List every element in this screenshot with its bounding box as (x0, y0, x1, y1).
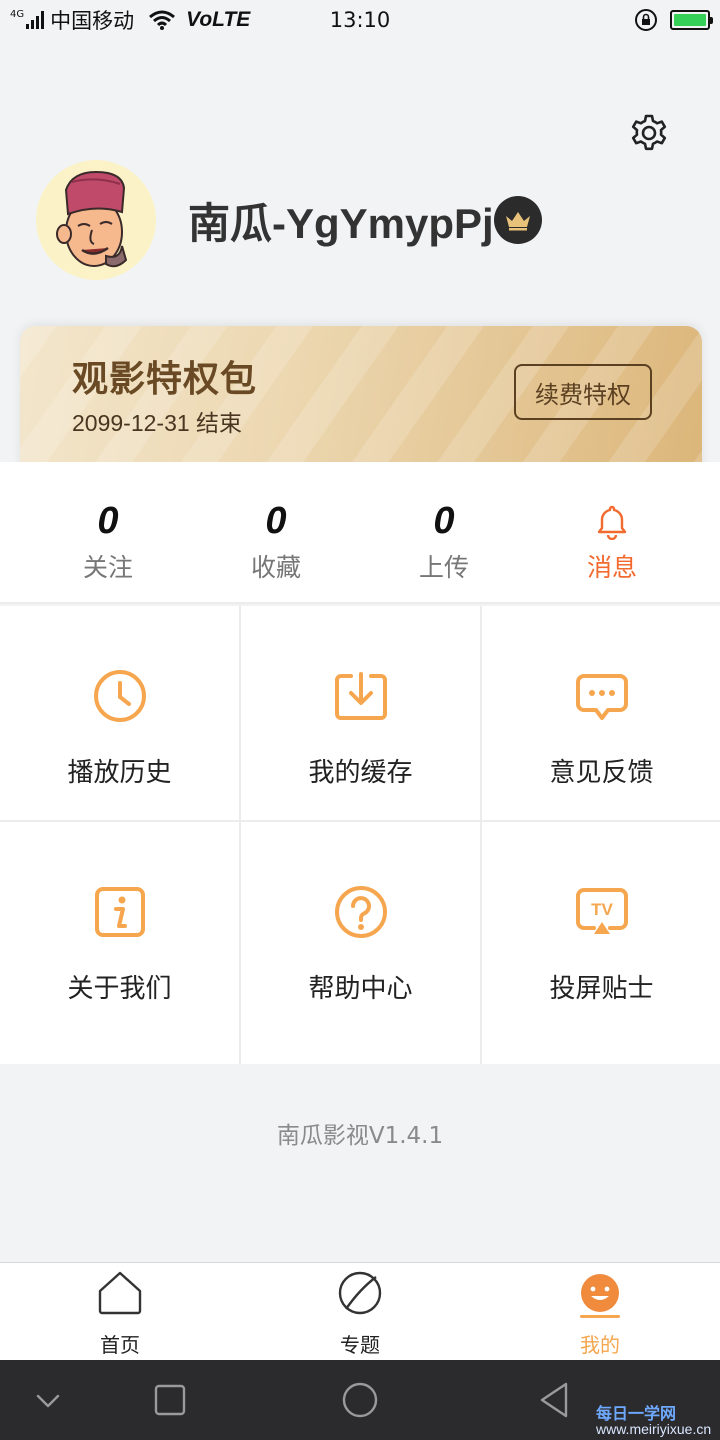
status-bar: 4G 中国移动 VoLTE 13:10 (0, 0, 720, 40)
stat-favorites[interactable]: 0 收藏 (186, 462, 366, 602)
gear-icon[interactable] (626, 110, 672, 156)
svg-text:TV: TV (591, 900, 613, 919)
tab-label: 专题 (340, 1333, 380, 1357)
app-version: 南瓜影视V1.4.1 (276, 1123, 444, 1149)
active-tab-indicator (580, 1315, 620, 1318)
planet-icon (338, 1271, 382, 1315)
uploads-label: 上传 (418, 553, 469, 582)
favorites-count: 0 (265, 500, 287, 542)
collapse-chevron-icon[interactable] (26, 1378, 70, 1422)
tab-topics[interactable]: 专题 (240, 1263, 480, 1361)
watermark-url: www.meiriyixue.cn (596, 1421, 712, 1437)
battery-icon (670, 10, 713, 30)
follow-label: 关注 (82, 553, 133, 582)
bell-icon (597, 505, 627, 540)
crown-icon (494, 196, 542, 244)
favorites-label: 收藏 (250, 553, 301, 582)
menu-label: 关于我们 (67, 974, 172, 1004)
menu-grid: 播放历史 我的缓存 意见反馈 关于我们 帮助中心 TV 投屏贴士 (0, 606, 720, 1064)
watermark-title: 每日一学网 (596, 1406, 677, 1423)
clock-icon (94, 670, 146, 722)
network-type: 4G (10, 8, 25, 20)
menu-help-center[interactable]: 帮助中心 (241, 822, 480, 1036)
tab-home[interactable]: 首页 (0, 1263, 240, 1361)
tab-label: 我的 (580, 1333, 620, 1357)
vip-title: 观影特权包 (72, 359, 258, 400)
volte-indicator: VoLTE (186, 8, 251, 31)
status-right (634, 8, 713, 32)
bottom-tab-bar: 首页 专题 我的 (0, 1262, 720, 1360)
wifi-icon (149, 10, 176, 30)
menu-label: 意见反馈 (549, 758, 654, 788)
carrier-name: 中国移动 (50, 9, 135, 33)
stats-row: 0 关注 0 收藏 0 上传 消息 (0, 462, 720, 604)
avatar[interactable] (36, 160, 156, 280)
menu-about-us[interactable]: 关于我们 (0, 822, 239, 1036)
tab-mine[interactable]: 我的 (480, 1263, 720, 1361)
vip-card[interactable]: 观影特权包 2099-12-31 结束 续费特权 (20, 326, 702, 476)
avatar-illustration (56, 170, 128, 268)
home-icon (98, 1271, 142, 1315)
renew-button[interactable]: 续费特权 (514, 364, 652, 420)
stat-uploads[interactable]: 0 上传 (354, 462, 534, 602)
watermark: 每日一学网 www.meiriyixue.cn (596, 1406, 712, 1437)
recent-apps-icon[interactable] (148, 1378, 192, 1422)
smiley-icon (581, 1274, 619, 1312)
menu-label: 我的缓存 (308, 758, 413, 788)
menu-label: 投屏贴士 (549, 974, 654, 1004)
home-circle-icon[interactable] (338, 1378, 382, 1422)
signal-icon (26, 11, 45, 29)
menu-label: 帮助中心 (308, 974, 413, 1004)
tv-cast-icon: TV (576, 888, 628, 934)
question-icon (335, 886, 387, 938)
back-triangle-icon[interactable] (532, 1378, 576, 1422)
stat-follow[interactable]: 0 关注 (18, 462, 198, 602)
menu-label: 播放历史 (67, 758, 172, 788)
rotation-lock-icon (635, 9, 657, 31)
info-icon (95, 887, 145, 937)
messages-label: 消息 (586, 553, 637, 582)
menu-my-cache[interactable]: 我的缓存 (241, 606, 480, 820)
download-icon (335, 672, 387, 720)
stat-messages[interactable]: 消息 (522, 462, 702, 602)
username: 南瓜-YgYmypPj (188, 200, 494, 247)
tab-label: 首页 (100, 1333, 140, 1357)
menu-feedback[interactable]: 意见反馈 (482, 606, 720, 820)
vip-expire-date: 2099-12-31 结束 (72, 410, 243, 436)
follow-count: 0 (97, 500, 119, 542)
menu-play-history[interactable]: 播放历史 (0, 606, 239, 820)
uploads-count: 0 (433, 500, 455, 542)
chat-bubble-icon (576, 674, 628, 720)
menu-cast-tips[interactable]: TV 投屏贴士 (482, 822, 720, 1036)
status-left: 4G 中国移动 VoLTE (10, 5, 250, 35)
